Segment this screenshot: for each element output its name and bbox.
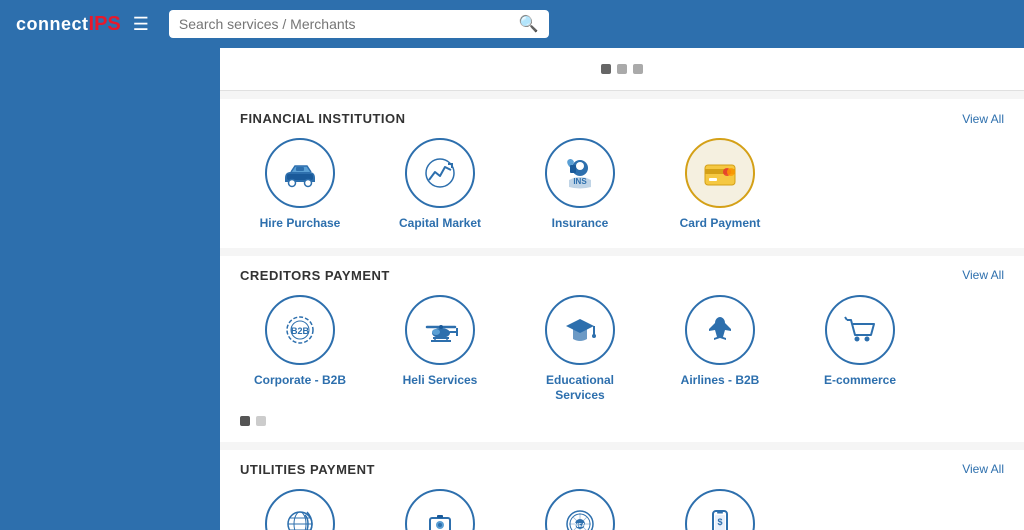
utilities-view-all[interactable]: View All	[962, 462, 1004, 476]
ecommerce-icon-circle	[825, 295, 895, 365]
hire-purchase-icon-circle	[265, 138, 335, 208]
search-bar: 🔍	[169, 10, 549, 38]
svg-text:INS: INS	[573, 177, 587, 186]
financial-section-header: FINANCIAL INSTITUTION View All	[240, 111, 1004, 126]
hero-slider	[220, 48, 1024, 91]
insurance-icon: INS	[559, 152, 601, 194]
creditors-section-header: CREDITORS PAYMENT View All	[240, 268, 1004, 283]
creditors-dot-2[interactable]	[256, 416, 266, 426]
card-payment-item[interactable]: Card Payment	[660, 138, 780, 232]
hire-purchase-item[interactable]: Hire Purchase	[240, 138, 360, 232]
airlines-b2b-item[interactable]: Airlines - B2B	[660, 295, 780, 404]
creditors-pagination	[240, 416, 1004, 426]
corporate-b2b-icon-circle: B2B	[265, 295, 335, 365]
educational-services-item[interactable]: Educational Services	[520, 295, 640, 404]
card-payment-icon-circle	[685, 138, 755, 208]
load-wallet-icon-circle: $	[685, 489, 755, 530]
capital-market-icon	[419, 152, 461, 194]
load-wallet-item[interactable]: $ Load Wallet	[660, 489, 780, 530]
card-payment-icon	[699, 152, 741, 194]
hire-purchase-label: Hire Purchase	[260, 216, 341, 232]
financial-institution-section: FINANCIAL INSTITUTION View All	[220, 99, 1024, 248]
content-area: FINANCIAL INSTITUTION View All	[220, 48, 1024, 530]
svg-text:NEA: NEA	[575, 523, 586, 529]
search-icon[interactable]: 🔍	[519, 14, 539, 34]
utilities-section-title: UTILITIES PAYMENT	[240, 462, 375, 477]
insurance-item[interactable]: INS Insurance	[520, 138, 640, 232]
mobile-telephone-icon	[419, 503, 461, 530]
ecommerce-icon	[839, 309, 881, 351]
creditors-dot-1[interactable]	[240, 416, 250, 426]
slider-dot-1[interactable]	[601, 64, 611, 74]
capital-market-label: Capital Market	[399, 216, 481, 232]
utilities-payment-section: UTILITIES PAYMENT View All	[220, 450, 1024, 530]
capital-market-item[interactable]: Capital Market	[380, 138, 500, 232]
logo-ips: IPS	[89, 13, 121, 36]
nea-bill-payment-icon-circle: NEA	[545, 489, 615, 530]
internet-payment-item[interactable]: Internet Payment	[240, 489, 360, 530]
heli-services-item[interactable]: Heli Services	[380, 295, 500, 404]
financial-section-title: FINANCIAL INSTITUTION	[240, 111, 406, 126]
utilities-section-header: UTILITIES PAYMENT View All	[240, 462, 1004, 477]
financial-service-grid: Hire Purchase Capital Market	[240, 138, 1004, 232]
logo-connect: connect	[16, 14, 89, 35]
app-header: connectIPS ☰ 🔍	[0, 0, 1024, 48]
load-wallet-icon: $	[699, 503, 741, 530]
airlines-b2b-icon-circle	[685, 295, 755, 365]
utilities-service-grid: Internet Payment	[240, 489, 1004, 530]
card-payment-label: Card Payment	[680, 216, 761, 232]
hamburger-menu[interactable]: ☰	[133, 14, 149, 35]
creditors-view-all[interactable]: View All	[962, 268, 1004, 282]
airlines-b2b-label: Airlines - B2B	[681, 373, 760, 389]
heli-services-icon	[419, 309, 461, 351]
internet-payment-icon	[279, 503, 321, 530]
slider-dot-2[interactable]	[617, 64, 627, 74]
heli-services-icon-circle	[405, 295, 475, 365]
creditors-payment-section: CREDITORS PAYMENT View All B2B Corporate…	[220, 256, 1024, 442]
slider-dot-3[interactable]	[633, 64, 643, 74]
ecommerce-label: E-commerce	[824, 373, 896, 389]
corporate-b2b-icon: B2B	[279, 309, 321, 351]
educational-services-icon-circle	[545, 295, 615, 365]
hire-purchase-icon	[279, 152, 321, 194]
main-layout: FINANCIAL INSTITUTION View All	[0, 48, 1024, 530]
search-input[interactable]	[179, 16, 519, 32]
educational-services-icon	[559, 309, 601, 351]
heli-services-label: Heli Services	[403, 373, 478, 389]
nea-bill-payment-icon: NEA	[559, 503, 601, 530]
capital-market-icon-circle	[405, 138, 475, 208]
sidebar	[0, 48, 220, 530]
educational-services-label: Educational Services	[520, 373, 640, 404]
internet-payment-icon-circle	[265, 489, 335, 530]
insurance-label: Insurance	[552, 216, 609, 232]
financial-view-all[interactable]: View All	[962, 112, 1004, 126]
mobile-telephone-item[interactable]: Mobile/ Telephone	[380, 489, 500, 530]
svg-text:$: $	[717, 517, 722, 527]
svg-text:B2B: B2B	[291, 326, 310, 336]
creditors-section-title: CREDITORS PAYMENT	[240, 268, 390, 283]
insurance-icon-circle: INS	[545, 138, 615, 208]
mobile-telephone-icon-circle	[405, 489, 475, 530]
creditors-service-grid: B2B Corporate - B2B	[240, 295, 1004, 404]
nea-bill-payment-item[interactable]: NEA NEA Bill Payment	[520, 489, 640, 530]
ecommerce-item[interactable]: E-commerce	[800, 295, 920, 404]
airlines-b2b-icon	[699, 309, 741, 351]
corporate-b2b-item[interactable]: B2B Corporate - B2B	[240, 295, 360, 404]
corporate-b2b-label: Corporate - B2B	[254, 373, 346, 389]
